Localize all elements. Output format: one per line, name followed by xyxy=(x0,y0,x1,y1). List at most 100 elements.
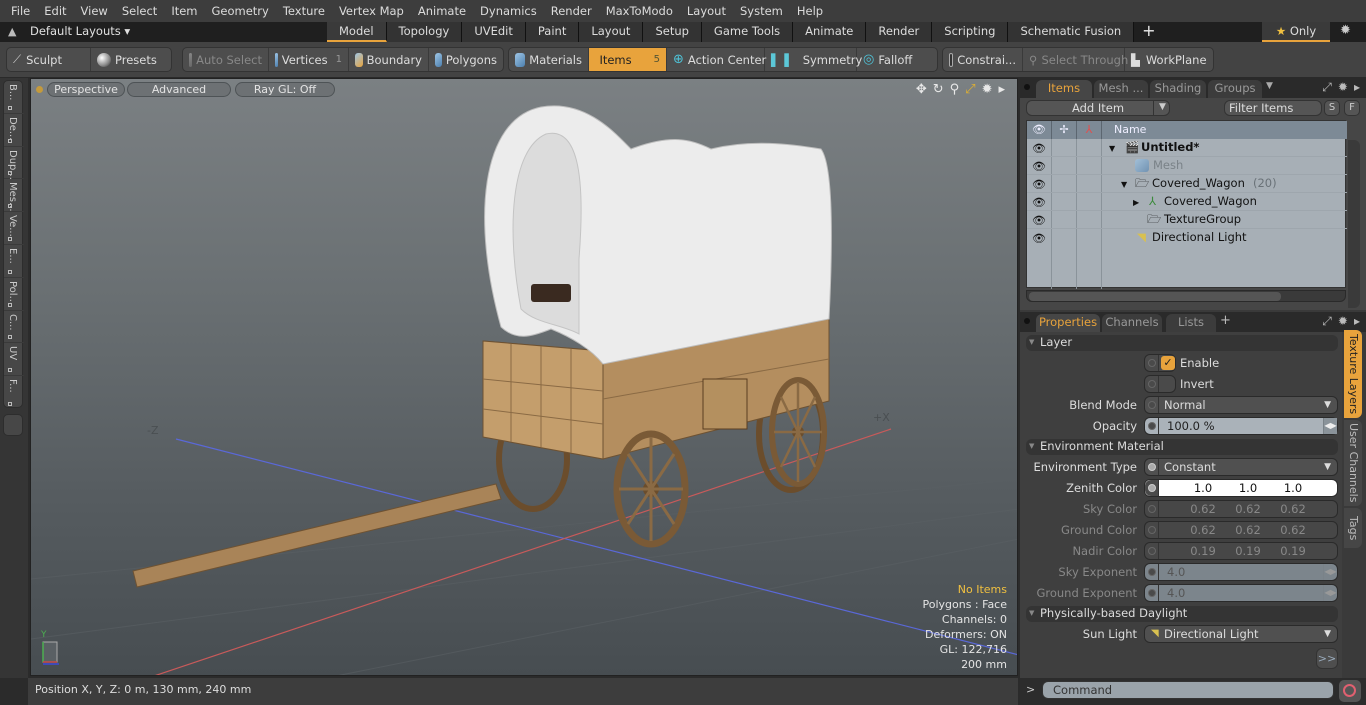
eye-icon[interactable]: 👁 xyxy=(1032,194,1046,211)
command-input[interactable]: Command xyxy=(1042,681,1334,699)
symmetry-button[interactable]: ▌▐ Symmetry xyxy=(765,48,862,71)
visibility-column-icon[interactable]: 👁 xyxy=(1027,121,1052,139)
tab-model[interactable]: Model xyxy=(327,22,387,42)
view-mode-dropdown[interactable]: Perspective xyxy=(47,82,125,97)
tab-properties[interactable]: Properties xyxy=(1036,314,1100,332)
left-tab-deform[interactable]: De... xyxy=(4,114,24,147)
expand-panel-icon[interactable]: ⤢ xyxy=(1322,80,1332,95)
more-button[interactable]: >> xyxy=(1316,648,1338,669)
panel-options-dot[interactable] xyxy=(1024,318,1030,324)
tree-row-mesh[interactable]: 👁 Mesh xyxy=(1027,157,1347,175)
section-layer[interactable]: Layer xyxy=(1026,335,1338,351)
tab-schematic-fusion[interactable]: Schematic Fusion xyxy=(1008,22,1135,42)
slider-arrows-icon[interactable]: ◀▶ xyxy=(1323,585,1337,601)
opacity-slider[interactable]: 100.0 % ◀▶ xyxy=(1144,417,1338,435)
polygons-button[interactable]: Polygons xyxy=(429,48,503,71)
eye-icon[interactable]: 👁 xyxy=(1032,140,1046,157)
tab-paint[interactable]: Paint xyxy=(525,22,580,42)
viewport-options-dot[interactable] xyxy=(36,86,43,93)
chevron-right-icon[interactable]: ▸ xyxy=(998,82,1005,97)
only-button[interactable]: ★ Only xyxy=(1262,22,1330,42)
eye-icon[interactable]: 👁 xyxy=(1032,158,1046,175)
left-tab-curve[interactable]: C... xyxy=(4,311,24,344)
tab-setup[interactable]: Setup xyxy=(643,22,702,42)
eye-icon[interactable]: 👁 xyxy=(1032,230,1046,247)
workplane-button[interactable]: ▙ WorkPlane xyxy=(1125,48,1213,71)
menu-view[interactable]: View xyxy=(74,4,115,18)
add-tab-button[interactable]: + xyxy=(1134,22,1163,42)
section-daylight[interactable]: Physically-based Daylight xyxy=(1026,606,1338,622)
zenith-b[interactable]: 1.0 xyxy=(1268,480,1318,496)
left-tab-fusion[interactable]: F... xyxy=(4,376,24,409)
side-tab-user-channels[interactable]: User Channels xyxy=(1344,420,1362,506)
tab-groups[interactable]: Groups xyxy=(1208,80,1262,98)
menu-vertex-map[interactable]: Vertex Map xyxy=(332,4,411,18)
tabs-overflow-icon[interactable]: ▼ xyxy=(1266,81,1273,91)
rotate-icon[interactable]: ↻ xyxy=(933,82,944,97)
scroll-thumb[interactable] xyxy=(1029,292,1281,301)
items-button[interactable]: Items 5 xyxy=(589,48,667,71)
expand-arrow-icon[interactable]: ▼ xyxy=(1109,140,1115,157)
lock-column-icon[interactable]: ✢ xyxy=(1052,121,1077,139)
panel-chevron-icon[interactable]: ▸ xyxy=(1354,314,1360,329)
falloff-button[interactable]: ◎ Falloff xyxy=(857,48,937,71)
zoom-icon[interactable]: ⚲ xyxy=(950,82,960,97)
panel-options-dot[interactable] xyxy=(1024,84,1030,90)
presets-button[interactable]: Presets xyxy=(91,48,171,71)
shading-mode-dropdown[interactable]: Advanced xyxy=(127,82,231,97)
zenith-g[interactable]: 1.0 xyxy=(1223,480,1273,496)
action-center-button[interactable]: ⊕ Action Center xyxy=(667,48,766,71)
tab-channels[interactable]: Channels xyxy=(1102,314,1162,332)
boundary-button[interactable]: Boundary xyxy=(349,48,429,71)
menu-layout[interactable]: Layout xyxy=(680,4,733,18)
tree-row-locator[interactable]: 👁 ▶ ⅄ Covered_Wagon xyxy=(1027,193,1347,211)
tab-layout[interactable]: Layout xyxy=(579,22,644,42)
tab-uvedit[interactable]: UVEdit xyxy=(462,22,526,42)
environment-type-dropdown[interactable]: Constant ▼ xyxy=(1144,458,1338,476)
tree-row-scene[interactable]: 👁 ▼ 🎬 Untitled* xyxy=(1027,139,1347,157)
menu-geometry[interactable]: Geometry xyxy=(205,4,276,18)
f-filter-button[interactable]: F xyxy=(1344,100,1360,116)
zenith-r[interactable]: 1.0 xyxy=(1178,480,1228,496)
tab-scripting[interactable]: Scripting xyxy=(932,22,1009,42)
record-macro-button[interactable] xyxy=(1339,680,1361,702)
side-tab-tags[interactable]: Tags xyxy=(1344,508,1362,548)
left-tab-uv[interactable]: UV xyxy=(4,343,24,377)
enable-checkbox[interactable]: ✓ xyxy=(1144,354,1176,372)
menu-animate[interactable]: Animate xyxy=(411,4,473,18)
menu-dynamics[interactable]: Dynamics xyxy=(473,4,544,18)
type-column-icon[interactable]: ⅄ xyxy=(1077,121,1102,139)
tab-render[interactable]: Render xyxy=(866,22,933,42)
nadir-color-field[interactable]: 0.19 0.19 0.19 xyxy=(1144,542,1338,560)
s-filter-button[interactable]: S xyxy=(1324,100,1340,116)
menu-help[interactable]: Help xyxy=(790,4,830,18)
auto-select-button[interactable]: Auto Select xyxy=(183,48,269,71)
gear-icon[interactable]: ✹ xyxy=(1340,23,1351,38)
add-item-button[interactable]: Add Item xyxy=(1026,100,1170,116)
left-tab-vertex[interactable]: Ve... xyxy=(4,212,24,245)
invert-checkbox[interactable] xyxy=(1144,375,1176,393)
tab-game-tools[interactable]: Game Tools xyxy=(701,22,794,42)
eye-icon[interactable]: 👁 xyxy=(1032,212,1046,229)
tree-row-texture-group[interactable]: 👁 🗁 TextureGroup xyxy=(1027,211,1347,229)
tree-vertical-scrollbar[interactable] xyxy=(1348,140,1360,308)
tab-animate[interactable]: Animate xyxy=(793,22,867,42)
menu-item[interactable]: Item xyxy=(164,4,204,18)
pan-icon[interactable]: ✥ xyxy=(916,82,927,97)
name-column-header[interactable]: Name xyxy=(1102,121,1347,139)
section-environment-material[interactable]: Environment Material xyxy=(1026,439,1338,455)
sculpt-button[interactable]: ⟋ Sculpt xyxy=(7,48,91,71)
tab-mesh[interactable]: Mesh ... xyxy=(1094,80,1148,98)
tree-row-group[interactable]: 👁 ▼ 🗁 Covered_Wagon (20) xyxy=(1027,175,1347,193)
materials-button[interactable]: Materials xyxy=(509,48,589,71)
tab-items[interactable]: Items xyxy=(1036,80,1092,98)
tree-horizontal-scrollbar[interactable] xyxy=(1026,290,1346,302)
tab-shading[interactable]: Shading xyxy=(1150,80,1206,98)
menu-maxtomodo[interactable]: MaxToModo xyxy=(599,4,680,18)
blend-mode-dropdown[interactable]: Normal ▼ xyxy=(1144,396,1338,414)
constraints-button[interactable]: Constrai... xyxy=(943,48,1023,71)
left-tab-polygon[interactable]: Pol... xyxy=(4,278,24,311)
sky-exponent-slider[interactable]: 4.0 ◀▶ xyxy=(1144,563,1338,581)
layout-selector[interactable]: Default Layouts ▾ xyxy=(30,24,130,38)
select-through-button[interactable]: ⚲ Select Through xyxy=(1023,48,1128,71)
